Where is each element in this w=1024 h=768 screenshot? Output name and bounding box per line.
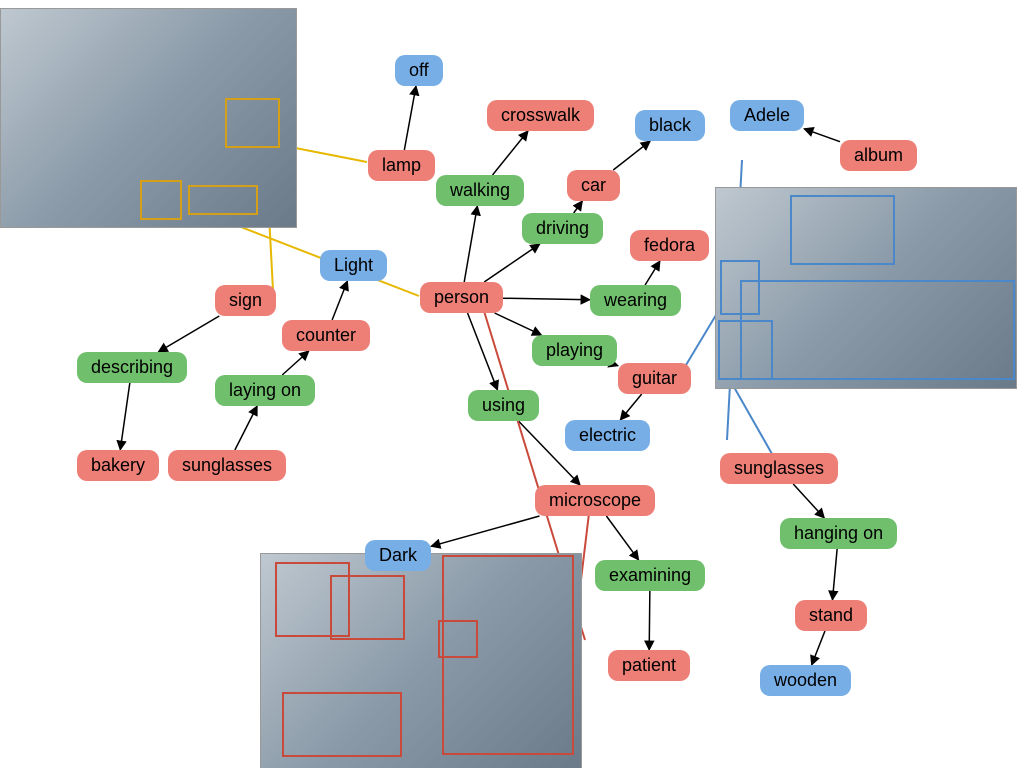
- node-Light: Light: [320, 250, 387, 281]
- edge-person-driving: [484, 244, 540, 282]
- edge-sign-describing: [158, 316, 219, 352]
- node-playing: playing: [532, 335, 617, 366]
- node-sunglasses1: sunglasses: [168, 450, 286, 481]
- bounding-box: [282, 692, 402, 757]
- node-Dark: Dark: [365, 540, 431, 571]
- edge-counter-Light: [332, 281, 347, 320]
- bounding-box: [718, 320, 773, 380]
- edge-describing-bakery: [120, 383, 130, 450]
- node-bakery: bakery: [77, 450, 159, 481]
- node-examining: examining: [595, 560, 705, 591]
- node-stand: stand: [795, 600, 867, 631]
- edge-stand-wooden: [812, 631, 825, 665]
- bounding-box: [720, 260, 760, 315]
- node-walking: walking: [436, 175, 524, 206]
- node-sunglasses2: sunglasses: [720, 453, 838, 484]
- edge-person-walking: [464, 206, 477, 282]
- node-lamp: lamp: [368, 150, 435, 181]
- bounding-box: [330, 575, 405, 640]
- edge-driving-car: [574, 201, 583, 213]
- edge-sunglasses2-hanging_on: [793, 484, 824, 518]
- edge-laying_on-counter: [282, 351, 309, 375]
- edge-guitar-electric: [620, 394, 641, 420]
- node-crosswalk: crosswalk: [487, 100, 594, 131]
- edge-person-using: [468, 313, 498, 390]
- node-hanging_on: hanging on: [780, 518, 897, 549]
- edge-sunglasses1-laying_on: [235, 406, 257, 450]
- bounding-box: [740, 280, 1015, 380]
- edge-wearing-fedora: [645, 261, 660, 285]
- bounding-box: [140, 180, 182, 220]
- node-driving: driving: [522, 213, 603, 244]
- edge-person-playing: [495, 313, 542, 335]
- bounding-box: [188, 185, 258, 215]
- node-electric: electric: [565, 420, 650, 451]
- scene-graph-canvas: off crosswalk black Adele album lampwalking ca…: [0, 0, 1024, 768]
- node-off: off: [395, 55, 443, 86]
- bounding-box: [790, 195, 895, 265]
- edge-hanging_on-stand: [832, 549, 837, 600]
- bounding-box: [225, 98, 280, 148]
- edge-microscope-examining: [606, 516, 638, 560]
- node-describing: describing: [77, 352, 187, 383]
- node-black: black: [635, 110, 705, 141]
- node-microscope: microscope: [535, 485, 655, 516]
- edge-walking-crosswalk: [493, 131, 528, 175]
- node-fedora: fedora: [630, 230, 709, 261]
- edge-album-Adele: [804, 129, 840, 142]
- node-album: album: [840, 140, 917, 171]
- node-Adele: Adele: [730, 100, 804, 131]
- node-laying_on: laying on: [215, 375, 315, 406]
- bounding-box: [442, 555, 574, 755]
- edge-examining-patient: [649, 591, 650, 650]
- edge-microscope-Dark: [431, 516, 539, 546]
- edge-person-wearing: [503, 298, 590, 299]
- node-sign: sign: [215, 285, 276, 316]
- node-car: car: [567, 170, 620, 201]
- edge-lamp-off: [404, 86, 416, 150]
- node-wearing: wearing: [590, 285, 681, 316]
- edge-car-black: [613, 141, 650, 170]
- node-wooden: wooden: [760, 665, 851, 696]
- node-using: using: [468, 390, 539, 421]
- node-counter: counter: [282, 320, 370, 351]
- node-patient: patient: [608, 650, 690, 681]
- node-person: person: [420, 282, 503, 313]
- node-guitar: guitar: [618, 363, 691, 394]
